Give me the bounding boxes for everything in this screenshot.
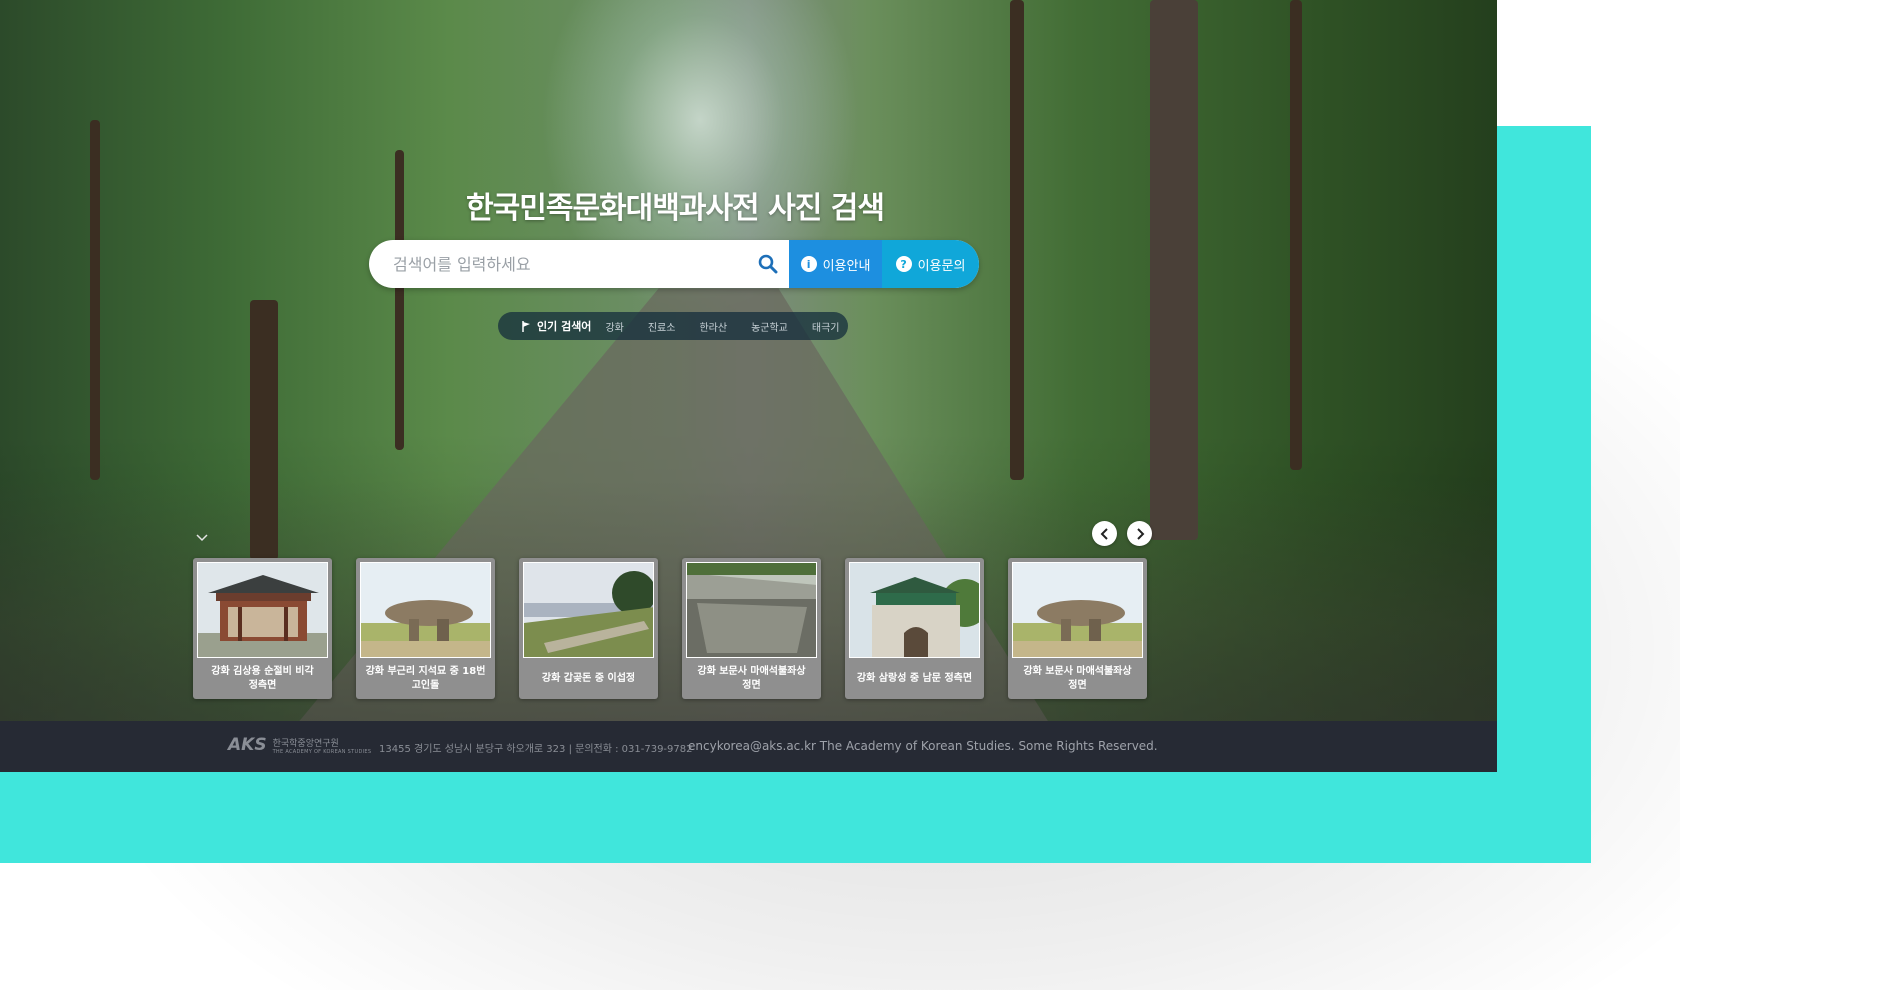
photo-caption: 강화 부근리 지석묘 중 18번 고인돌 (365, 666, 486, 691)
popular-keyword[interactable]: 한라산 (699, 319, 727, 334)
popular-keyword[interactable]: 진료소 (648, 319, 676, 334)
tree-trunk (1010, 0, 1024, 480)
photo-caption: 강화 보문사 마애석불좌상 정면 (697, 666, 806, 691)
chevron-down-icon[interactable] (196, 531, 208, 545)
tree-trunk (1290, 0, 1302, 470)
chevron-right-icon (1136, 527, 1144, 540)
search-bar: i 이용안내 ? 이용문의 (369, 240, 979, 288)
popular-keyword[interactable]: 태극기 (812, 319, 840, 334)
footer-address: 13455 경기도 성남시 분당구 하오개로 323 | 문의전화 : 031-… (379, 744, 693, 755)
photo-caption: 강화 갑곶돈 중 이섭정 (541, 673, 636, 684)
flag-icon (522, 320, 530, 332)
photo-thumbnail (1012, 562, 1143, 658)
search-icon (758, 254, 778, 274)
question-icon: ? (895, 256, 912, 272)
popular-keyword[interactable]: 농군학교 (751, 319, 788, 334)
photo-card[interactable]: 강화 보문사 마애석불좌상 정면 (1008, 558, 1147, 699)
photo-card[interactable]: 강화 삼랑성 중 남문 정측면 (845, 558, 984, 699)
popular-keyword[interactable]: 강화 (605, 319, 623, 334)
tree-trunk (90, 120, 100, 480)
page-title: 한국민족문화대백과사전 사진 검색 (466, 191, 885, 226)
guide-button[interactable]: i 이용안내 (789, 240, 882, 288)
photo-card[interactable]: 강화 갑곶돈 중 이섭정 (519, 558, 658, 699)
search-button[interactable] (747, 240, 789, 288)
logo-english-name: THE ACADEMY OF KOREAN STUDIES (272, 748, 372, 755)
photo-thumbnail (686, 562, 817, 658)
inquiry-label: 이용문의 (917, 258, 966, 274)
aks-logo[interactable]: AKS 한국학중앙연구원 THE ACADEMY OF KOREAN STUDI… (228, 735, 371, 755)
photo-thumbnail (197, 562, 328, 658)
footer-copyright: encykorea@aks.ac.kr The Academy of Korea… (688, 739, 1158, 753)
aks-logo-mark: AKS (228, 735, 267, 755)
guide-label: 이용안내 (822, 258, 871, 274)
photo-thumbnail (360, 562, 491, 658)
tree-trunk (250, 300, 278, 560)
popular-keywords-bar: 인기 검색어 강화 진료소 한라산 농군학교 태극기 (498, 312, 848, 340)
next-button[interactable] (1127, 521, 1152, 546)
info-icon: i (800, 256, 817, 272)
browser-window: 한국민족문화대백과사전 사진 검색 i 이용안내 ? 이용문의 인기 검색어 강… (0, 0, 1497, 772)
aks-logo-text: 한국학중앙연구원 THE ACADEMY OF KOREAN STUDIES (273, 736, 372, 755)
inquiry-button[interactable]: ? 이용문의 (882, 240, 979, 288)
chevron-left-icon (1100, 527, 1108, 540)
photo-thumbnail (523, 562, 654, 658)
search-input[interactable] (369, 240, 773, 288)
logo-korean-name: 한국학중앙연구원 (272, 738, 339, 749)
popular-keywords-label: 인기 검색어 (522, 318, 591, 334)
prev-button[interactable] (1092, 521, 1117, 546)
photo-card[interactable]: 강화 보문사 마애석불좌상 정면 (682, 558, 821, 699)
photo-caption: 강화 삼랑성 중 남문 정측면 (856, 673, 973, 684)
popular-label-text: 인기 검색어 (537, 320, 592, 333)
photo-thumbnail (849, 562, 980, 658)
photo-caption: 강화 김상용 순절비 비각 정측면 (211, 666, 314, 691)
footer: AKS 한국학중앙연구원 THE ACADEMY OF KOREAN STUDI… (0, 721, 1497, 772)
photo-caption: 강화 보문사 마애석불좌상 정면 (1023, 666, 1132, 691)
tree-trunk (1150, 0, 1198, 540)
photo-card[interactable]: 강화 김상용 순절비 비각 정측면 (193, 558, 332, 699)
photo-card[interactable]: 강화 부근리 지석묘 중 18번 고인돌 (356, 558, 495, 699)
